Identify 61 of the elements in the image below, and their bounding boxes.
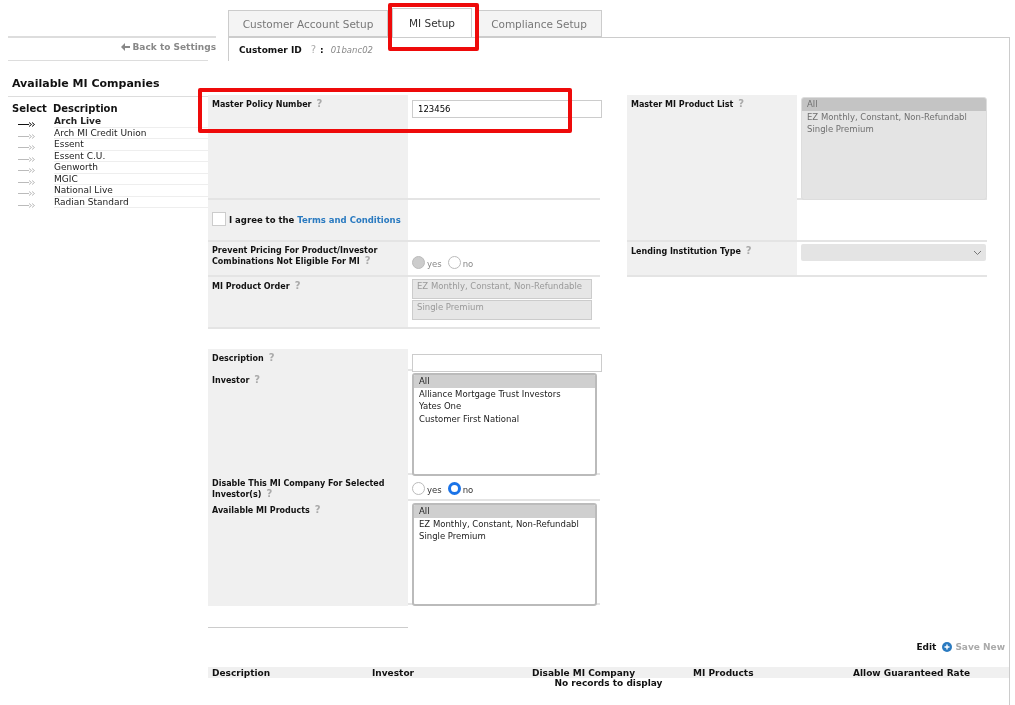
tab[interactable]: Compliance Setup <box>476 10 602 37</box>
company-item[interactable]: Radian Standard <box>54 196 208 208</box>
back-link[interactable]: Back to Settings <box>120 42 216 52</box>
tab[interactable]: Customer Account Setup <box>228 10 388 37</box>
radio-label: no <box>462 485 474 495</box>
company-item[interactable]: Essent <box>54 139 208 151</box>
column-header: MI Products <box>693 667 755 679</box>
field-label: Available MI Products ? <box>208 501 408 606</box>
edit-button[interactable]: Edit <box>916 642 937 652</box>
list-option[interactable]: EZ Monthly, Constant, Non-Refundabl <box>414 517 595 530</box>
company-item[interactable]: National Live <box>54 185 208 197</box>
list-option[interactable]: Yates One <box>414 400 595 413</box>
field-label: Description ? <box>208 349 408 372</box>
column-header: Description <box>52 103 118 114</box>
list-option[interactable]: All <box>414 505 595 518</box>
tab[interactable]: MI Setup <box>392 8 472 37</box>
list-box[interactable]: All Alliance Mortgage Trust Investors Yates One Customer First National <box>412 373 597 476</box>
company-item[interactable]: Genworth <box>54 162 208 174</box>
column-header: Investor <box>372 667 415 679</box>
company-item[interactable]: Arch MI Credit Union <box>54 127 208 139</box>
list-option[interactable]: Customer First National <box>414 412 595 425</box>
help-icon[interactable]: ? <box>310 44 317 55</box>
order-item[interactable]: EZ Monthly, Constant, Non-Refundable <box>412 279 592 299</box>
list-option[interactable]: All <box>414 375 595 388</box>
customer-id-value: 01banc02 <box>330 44 373 55</box>
company-item[interactable]: MGIC <box>54 173 208 185</box>
list-option[interactable]: Single Premium <box>414 530 595 543</box>
radio-label: yes <box>427 485 442 495</box>
column-header: Select <box>12 103 47 114</box>
field-label: Master MI Product List ? <box>627 95 797 200</box>
arrow-right-icon[interactable] <box>18 122 36 128</box>
field-label: Master Policy Number ? <box>208 95 408 198</box>
chevron-down-icon <box>973 249 982 256</box>
arrow-left-icon <box>120 43 130 51</box>
terms-text: I agree to the Terms and Conditions <box>229 215 401 225</box>
radio-button[interactable] <box>447 482 461 495</box>
field-label: Prevent Pricing For Product/Investor Combinations Not Eligible For MI ? <box>208 242 408 275</box>
text-field[interactable] <box>412 354 602 372</box>
radio-label: no <box>462 259 474 269</box>
plus-circle-icon <box>942 642 953 652</box>
sidebar-title: Available MI Companies <box>8 60 208 97</box>
list-box[interactable]: All EZ Monthly, Constant, Non-Refundabl Single Premium <box>412 503 597 606</box>
radio-button[interactable] <box>412 482 425 495</box>
radio-label: yes <box>427 259 442 269</box>
list-option[interactable]: Alliance Mortgage Trust Investors <box>414 387 595 400</box>
separator: : <box>320 44 324 55</box>
terms-link[interactable]: Terms and Conditions <box>297 215 401 225</box>
order-item[interactable]: Single Premium <box>412 300 592 320</box>
customer-id-label: Customer ID <box>239 44 302 55</box>
column-header: Allow Guaranteed Rate <box>853 667 972 679</box>
field-label: MI Product Order ? <box>208 277 408 327</box>
field-label: Investor ? <box>208 371 408 476</box>
column-header: Disable MI Company <box>532 667 637 679</box>
column-header: Description <box>212 667 272 679</box>
field-label: Lending Institution Type ? <box>627 242 797 275</box>
company-item[interactable]: Arch Live <box>54 116 208 128</box>
field-label: Disable This MI Company For Selected Investor(s) ? <box>208 475 408 501</box>
text-field[interactable]: 123456 <box>412 100 602 118</box>
company-item[interactable]: Essent C.U. <box>54 150 208 162</box>
checkbox[interactable] <box>212 211 226 226</box>
empty-message: No records to display <box>553 678 664 688</box>
